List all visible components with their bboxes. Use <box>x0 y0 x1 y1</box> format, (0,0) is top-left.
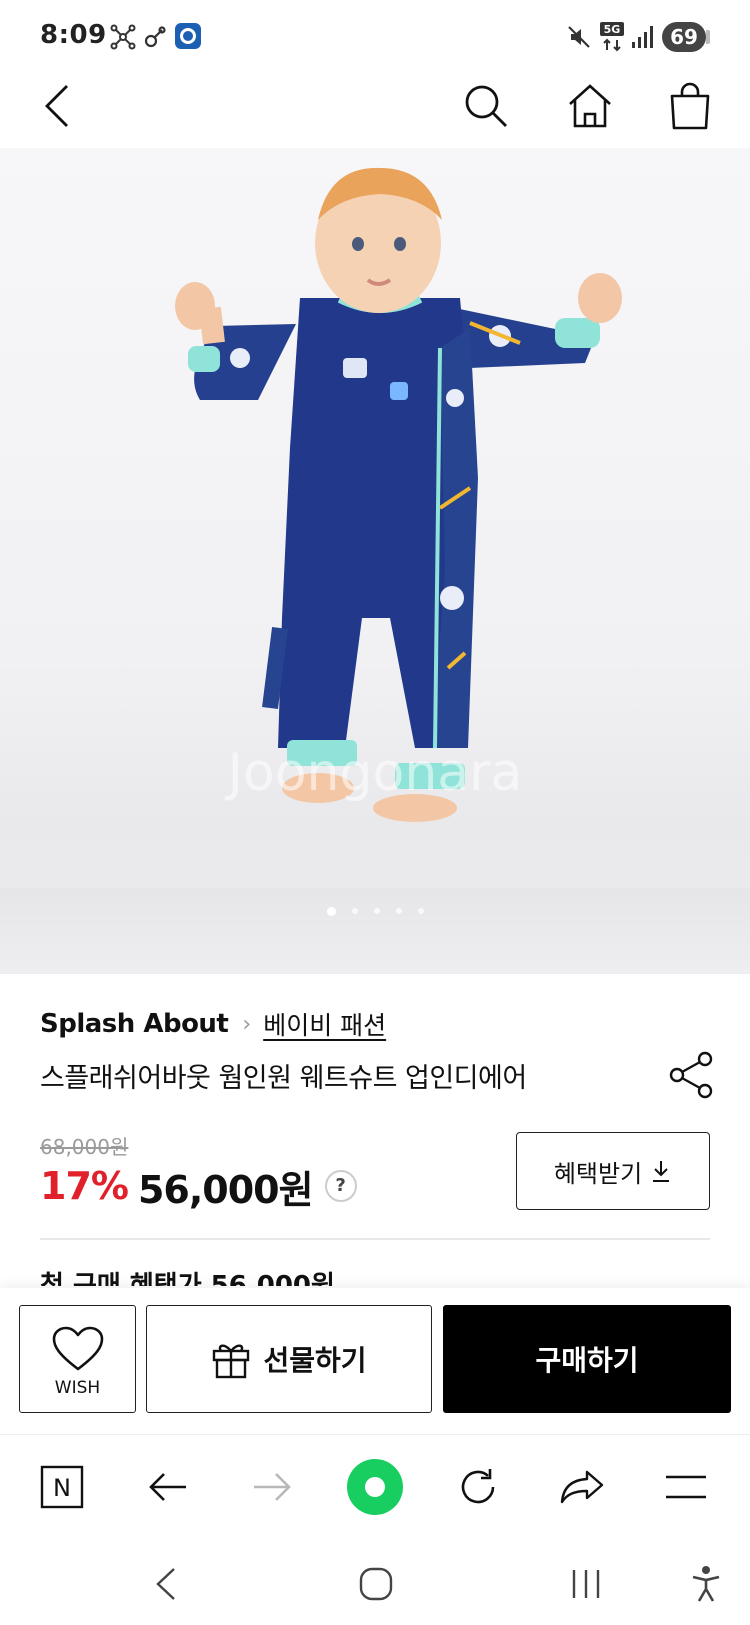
top-navigation <box>0 76 750 148</box>
wish-button[interactable]: WISH <box>19 1305 136 1413</box>
first-purchase-benefit: 첫 구매 혜택가 56,000원 <box>40 1271 335 1286</box>
buy-button[interactable]: 구매하기 <box>443 1305 731 1413</box>
search-button[interactable] <box>456 76 516 136</box>
divider <box>40 1238 710 1240</box>
download-icon <box>653 1161 670 1182</box>
system-recents-button[interactable] <box>556 1556 616 1612</box>
gift-label: 선물하기 <box>263 1344 367 1377</box>
green-dot-button[interactable] <box>345 1457 405 1517</box>
watermark-text: Joongonara <box>225 743 523 803</box>
gift-button[interactable]: 선물하기 <box>146 1305 432 1413</box>
accessibility-icon <box>692 1566 720 1602</box>
wish-label: WISH <box>54 1378 101 1398</box>
chevron-right-icon: › <box>242 1011 252 1037</box>
nav-back-icon <box>156 1568 175 1600</box>
purchase-bar: WISH 선물하기 구매하기 <box>0 1288 750 1434</box>
shopping-bag-icon <box>670 82 710 130</box>
product-title: 스플래쉬어바웃 웜인원 웨트슈트 업인디에어 <box>40 1063 527 1094</box>
forward-arrow-icon <box>254 1473 291 1501</box>
battery-icon: 69 <box>662 22 710 52</box>
home-button[interactable] <box>560 76 620 136</box>
search-icon <box>465 85 507 127</box>
signal-icon <box>630 24 654 54</box>
brand-name[interactable]: Splash About <box>40 1009 229 1039</box>
mute-icon <box>566 24 592 54</box>
image-dot-4[interactable] <box>395 908 402 914</box>
product-photo: Joongonara <box>175 167 622 822</box>
5g-icon: 5G <box>598 20 626 56</box>
system-navigation <box>0 1544 750 1625</box>
heart-icon <box>52 1326 104 1371</box>
share-icon <box>669 1051 713 1099</box>
svg-text:N: N <box>53 1474 71 1502</box>
status-bar: 8:09 5G 69 <box>0 0 750 76</box>
image-dot-3[interactable] <box>373 908 380 914</box>
naver-home-button[interactable]: N <box>32 1457 92 1517</box>
green-dot-icon <box>347 1459 403 1515</box>
system-home-button[interactable] <box>346 1556 406 1612</box>
browser-share-button[interactable] <box>552 1457 612 1517</box>
back-arrow-icon <box>149 1473 186 1501</box>
product-image[interactable]: Joongonara <box>0 148 750 974</box>
browser-forward-button[interactable] <box>242 1457 302 1517</box>
benefit-button[interactable]: 혜택받기 <box>516 1132 710 1210</box>
image-dot-1[interactable] <box>326 906 336 916</box>
nav-home-icon <box>359 1567 393 1601</box>
accessibility-button[interactable] <box>676 1556 736 1612</box>
back-icon <box>45 85 68 127</box>
pacifier-icon <box>142 24 168 54</box>
price-row: 17% 56,000원 ? <box>40 1160 357 1212</box>
cart-button[interactable] <box>660 76 720 136</box>
home-icon <box>569 84 611 128</box>
browser-toolbar: N <box>0 1434 750 1544</box>
price-help-icon[interactable]: ? <box>324 1170 357 1202</box>
app-badge-icon <box>174 22 202 54</box>
refresh-button[interactable] <box>448 1457 508 1517</box>
browser-back-button[interactable] <box>138 1457 198 1517</box>
image-dot-2[interactable] <box>351 908 358 914</box>
svg-text:5G: 5G <box>604 23 621 36</box>
browser-menu-button[interactable] <box>656 1457 716 1517</box>
back-button[interactable] <box>28 76 88 136</box>
share-button[interactable] <box>668 1050 716 1100</box>
status-time: 8:09 <box>40 20 107 50</box>
sale-price: 56,000원 <box>137 1167 314 1212</box>
share-arrow-icon <box>560 1470 604 1504</box>
network-nodes-icon <box>110 24 136 54</box>
original-price: 68,000원 <box>40 1135 129 1159</box>
image-dot-5[interactable] <box>417 908 424 914</box>
gift-icon <box>213 1344 250 1379</box>
benefit-button-label: 혜택받기 <box>553 1159 643 1188</box>
refresh-icon <box>461 1469 495 1504</box>
naver-n-icon: N <box>40 1465 84 1509</box>
brand-breadcrumb: Splash About › 베이비 패션 <box>40 1006 386 1042</box>
image-pagination <box>0 906 750 916</box>
category-link[interactable]: 베이비 패션 <box>263 1006 386 1042</box>
system-back-button[interactable] <box>136 1556 196 1612</box>
menu-icon <box>666 1475 706 1499</box>
discount-rate: 17% <box>40 1164 129 1208</box>
nav-recents-icon <box>572 1570 600 1598</box>
